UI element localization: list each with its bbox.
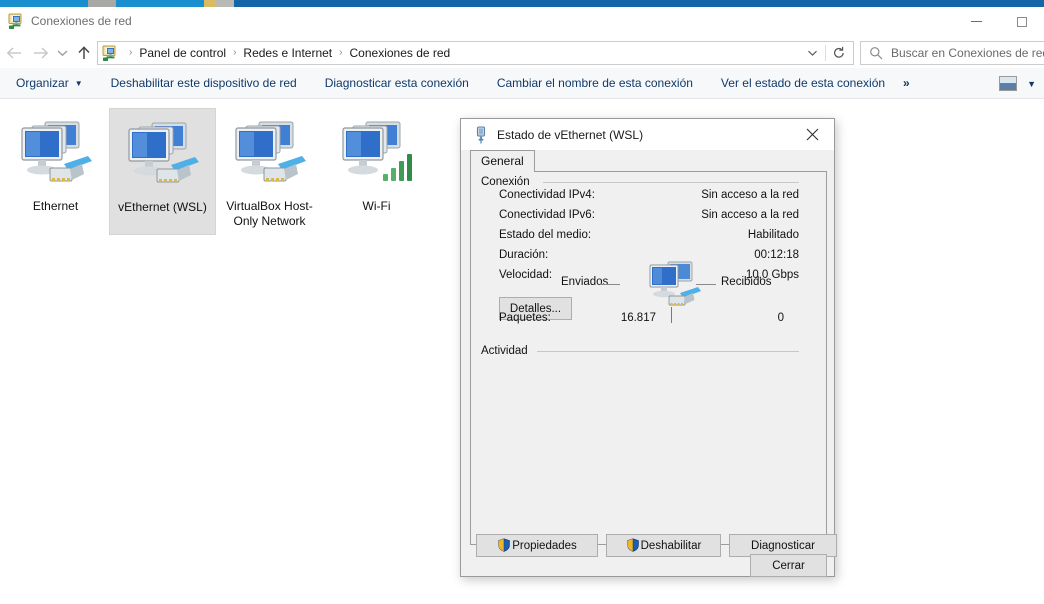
network-adapter-icon [12, 116, 100, 194]
group-divider [543, 182, 799, 183]
row-key: Velocidad: [499, 269, 553, 281]
connection-label: Wi-Fi [362, 199, 391, 213]
status-dialog: Estado de vEthernet (WSL) General Conexi… [460, 118, 837, 577]
bg-segment [204, 0, 216, 7]
search-placeholder: Buscar en Conexiones de red [891, 46, 1044, 60]
connection-label: Ethernet [32, 199, 79, 213]
group-divider [537, 351, 799, 352]
network-connections-icon [102, 45, 119, 62]
breadcrumb-separator: › [129, 47, 133, 58]
tab-page-general: Conexión Conectividad IPv4: Sin acceso a… [470, 171, 837, 557]
background-window-strip [0, 0, 1044, 7]
refresh-icon[interactable] [827, 42, 851, 64]
row-value: 00:12:18 [754, 249, 799, 261]
activity-line-left [600, 284, 620, 285]
disable-device-button[interactable]: Deshabilitar este dispositivo de red [103, 70, 305, 96]
activity-line-right [696, 284, 716, 285]
maximize-button[interactable] [999, 7, 1044, 36]
dialog-body: General Conexión Conectividad IPv4: Sin … [461, 150, 837, 577]
tab-general[interactable]: General [470, 150, 535, 172]
bg-segment [216, 0, 234, 7]
uac-shield-icon [626, 537, 640, 552]
packets-received-value: 0 [777, 312, 784, 324]
organize-menu-button[interactable]: Organizar ▼ [8, 70, 91, 96]
divider [825, 45, 826, 61]
network-adapter-icon [119, 117, 207, 195]
forward-button[interactable] [29, 42, 51, 64]
bg-segment [116, 0, 204, 7]
recent-locations-button[interactable] [53, 42, 71, 64]
chevron-down-icon[interactable]: ▼ [1027, 79, 1036, 89]
breadcrumb-item-network-internet[interactable]: Redes e Internet [241, 43, 334, 63]
search-icon [869, 46, 883, 60]
packets-sent-value: 16.817 [620, 312, 656, 324]
connection-label: vEthernet (WSL) [118, 200, 207, 214]
chevron-down-icon: ▼ [74, 79, 83, 88]
row-value: Sin acceso a la red [701, 189, 799, 201]
view-status-button[interactable]: Ver el estado de esta conexión [713, 70, 893, 96]
view-layout-icon[interactable] [999, 76, 1018, 91]
view-options: ▼ [999, 68, 1036, 99]
window-controls [954, 7, 1044, 36]
toolbar-overflow-button[interactable]: » [893, 71, 920, 95]
bg-segment [88, 0, 116, 7]
disable-label: Deshabilitar [640, 539, 702, 552]
breadcrumb-item-control-panel[interactable]: Panel de control [137, 43, 228, 63]
connections-grid: Ethernet vEthernet (WSL) VirtualBox Host… [2, 108, 430, 235]
properties-button[interactable]: Propiedades [476, 534, 598, 557]
row-media-state: Estado del medio: Habilitado [499, 227, 799, 246]
connection-item-virtualbox-host-only[interactable]: VirtualBox Host-Only Network [216, 108, 323, 235]
breadcrumb-separator: › [233, 47, 237, 58]
row-ipv6-connectivity: Conectividad IPv6: Sin acceso a la red [499, 207, 799, 226]
close-icon[interactable] [790, 119, 834, 150]
activity-divider [671, 307, 672, 323]
dialog-title: Estado de vEthernet (WSL) [497, 128, 644, 142]
row-key: Duración: [499, 249, 549, 261]
bg-segment [0, 0, 88, 7]
network-cable-icon [473, 126, 489, 144]
dialog-tabstrip: General [470, 150, 535, 172]
row-key: Conectividad IPv4: [499, 189, 595, 201]
disable-button[interactable]: Deshabilitar [606, 534, 721, 557]
connection-item-wifi[interactable]: Wi-Fi [323, 108, 430, 235]
up-button[interactable] [73, 42, 95, 64]
window-titlebar: Conexiones de red [0, 7, 1044, 36]
row-key: Conectividad IPv6: [499, 209, 595, 221]
search-input[interactable]: Buscar en Conexiones de red [860, 41, 1044, 65]
row-ipv4-connectivity: Conectividad IPv4: Sin acceso a la red [499, 187, 799, 206]
activity-group-label: Actividad [481, 344, 534, 358]
received-label: Recibidos [721, 276, 772, 288]
diagnose-connection-button[interactable]: Diagnosticar esta conexión [317, 70, 477, 96]
breadcrumb-item-network-connections[interactable]: Conexiones de red [348, 43, 453, 63]
chevron-down-icon[interactable] [799, 42, 825, 64]
organize-label: Organizar [16, 76, 69, 90]
address-bar[interactable]: › Panel de control › Redes e Internet › … [97, 41, 854, 65]
connection-item-ethernet[interactable]: Ethernet [2, 108, 109, 235]
network-connections-icon [8, 13, 25, 30]
packets-label: Paquetes: [499, 312, 551, 324]
uac-shield-icon [497, 537, 511, 552]
connection-label: VirtualBox Host-Only Network [226, 199, 313, 228]
properties-label: Propiedades [512, 539, 577, 552]
row-key: Estado del medio: [499, 229, 592, 241]
screen: Conexiones de red › Panel de control › R… [0, 0, 1044, 604]
connection-item-vethernet-wsl[interactable]: vEthernet (WSL) [109, 108, 216, 235]
minimize-button[interactable] [954, 7, 999, 36]
navigation-bar: › Panel de control › Redes e Internet › … [0, 36, 1044, 68]
back-button[interactable] [3, 42, 25, 64]
rename-connection-button[interactable]: Cambiar el nombre de esta conexión [489, 70, 701, 96]
network-adapter-icon [226, 116, 314, 194]
sent-label: Enviados [561, 276, 609, 288]
breadcrumb-separator: › [339, 47, 343, 58]
command-bar: Organizar ▼ Deshabilitar este dispositiv… [0, 68, 1044, 99]
row-value: Habilitado [747, 229, 799, 241]
window-title: Conexiones de red [31, 14, 132, 28]
computer-network-activity-icon [646, 260, 706, 316]
close-button[interactable]: Cerrar [750, 554, 827, 577]
row-value: Sin acceso a la red [701, 209, 799, 221]
dialog-titlebar: Estado de vEthernet (WSL) [461, 119, 834, 150]
wireless-adapter-icon [333, 116, 421, 194]
breadcrumb: › Panel de control › Redes e Internet › … [124, 43, 452, 63]
